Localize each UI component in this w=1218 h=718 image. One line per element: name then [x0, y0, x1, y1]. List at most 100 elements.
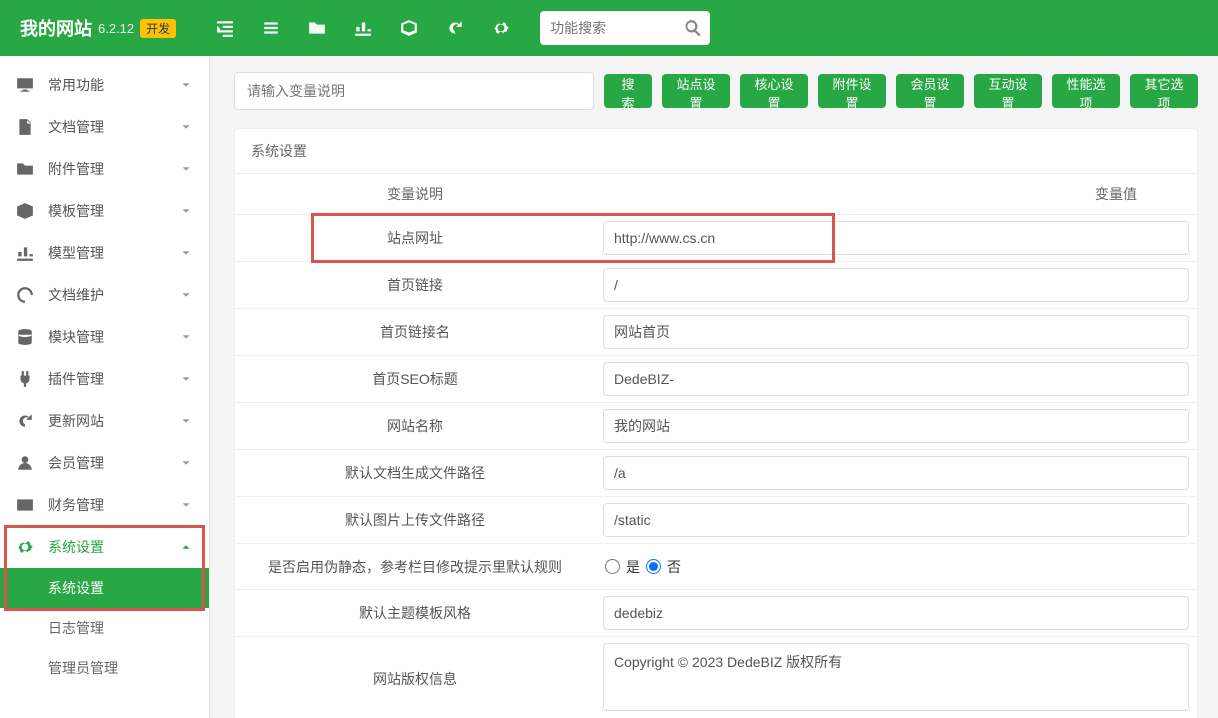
- sidebar-item-8[interactable]: 更新网站: [0, 400, 209, 442]
- sidebar-item-label: 附件管理: [48, 159, 179, 179]
- sidebar-item-6[interactable]: 模块管理: [0, 316, 209, 358]
- radio-yes[interactable]: [605, 559, 620, 574]
- row-value: [595, 309, 1197, 355]
- sidebar-item-7[interactable]: 插件管理: [0, 358, 209, 400]
- row-label: 默认主题模板风格: [235, 593, 595, 633]
- row-value: [595, 450, 1197, 496]
- sidebar-item-label: 模型管理: [48, 243, 179, 263]
- toolbar-btn-3[interactable]: 附件设置: [818, 74, 886, 108]
- row-value: [595, 497, 1197, 543]
- sidebar-item-label: 会员管理: [48, 453, 179, 473]
- col-label: 变量说明: [235, 174, 595, 214]
- setting-input-1[interactable]: [603, 268, 1189, 302]
- chart-icon[interactable]: [354, 19, 372, 37]
- settings-panel: 系统设置 变量说明 变量值 站点网址 首页链接 首页链接名 首页SEO标题 网站…: [234, 128, 1198, 718]
- top-icons: [216, 19, 510, 37]
- list-icon[interactable]: [262, 19, 280, 37]
- folder-icon[interactable]: [308, 19, 326, 37]
- table-row: 首页链接: [235, 262, 1197, 309]
- col-value: 变量值: [595, 174, 1197, 214]
- toolbar-btn-2[interactable]: 核心设置: [740, 74, 808, 108]
- table-row: 默认主题模板风格: [235, 590, 1197, 637]
- setting-textarea-9[interactable]: Copyright © 2023 DedeBIZ 版权所有: [603, 643, 1189, 711]
- row-label: 首页链接名: [235, 312, 595, 352]
- gear-icon[interactable]: [492, 19, 510, 37]
- db-icon: [16, 328, 34, 346]
- row-label: 首页SEO标题: [235, 359, 595, 399]
- row-label: 默认图片上传文件路径: [235, 500, 595, 540]
- content: 搜索站点设置核心设置附件设置会员设置互动设置性能选项其它选项 系统设置 变量说明…: [210, 56, 1218, 718]
- brand-version: 6.2.12: [98, 21, 134, 36]
- setting-input-3[interactable]: [603, 362, 1189, 396]
- row-label: 网站名称: [235, 406, 595, 446]
- sidebar-item-system-settings[interactable]: 系统设置: [0, 526, 209, 568]
- row-label: 站点网址: [235, 218, 595, 258]
- toolbar-btn-0[interactable]: 搜索: [604, 74, 652, 108]
- setting-input-6[interactable]: [603, 503, 1189, 537]
- table-row: 站点网址: [235, 215, 1197, 262]
- sub-item-admin[interactable]: 管理员管理: [0, 648, 209, 688]
- setting-input-8[interactable]: [603, 596, 1189, 630]
- table-row: 网站版权信息 Copyright © 2023 DedeBIZ 版权所有: [235, 637, 1197, 718]
- spinner-icon: [16, 286, 34, 304]
- sub-item-system-settings[interactable]: 系统设置: [0, 568, 209, 608]
- sidebar-item-label: 常用功能: [48, 75, 179, 95]
- search-icon[interactable]: [684, 19, 702, 37]
- top-search: [540, 11, 710, 45]
- file-icon: [16, 118, 34, 136]
- setting-input-5[interactable]: [603, 456, 1189, 490]
- sidebar-item-label: 财务管理: [48, 495, 179, 515]
- table-row: 网站名称: [235, 403, 1197, 450]
- row-value: [595, 215, 1197, 261]
- sidebar-item-label: 文档维护: [48, 285, 179, 305]
- setting-input-4[interactable]: [603, 409, 1189, 443]
- sidebar-item-9[interactable]: 会员管理: [0, 442, 209, 484]
- cube-icon[interactable]: [400, 19, 418, 37]
- toolbar-btn-7[interactable]: 其它选项: [1130, 74, 1198, 108]
- gear-icon: [16, 538, 34, 556]
- table-row: 首页SEO标题: [235, 356, 1197, 403]
- radio-no[interactable]: [646, 559, 661, 574]
- sidebar-item-label: 系统设置: [48, 537, 179, 557]
- brand-tag: 开发: [140, 19, 176, 38]
- sidebar-item-label: 模板管理: [48, 201, 179, 221]
- user-icon: [16, 454, 34, 472]
- toolbar-btn-6[interactable]: 性能选项: [1052, 74, 1120, 108]
- sidebar-item-1[interactable]: 文档管理: [0, 106, 209, 148]
- folder-icon: [16, 160, 34, 178]
- panel-title: 系统设置: [235, 129, 1197, 174]
- sidebar: 常用功能 文档管理 附件管理 模板管理 模型管理 文档维护 模块管理 插件管理 …: [0, 56, 210, 718]
- card-icon: [16, 496, 34, 514]
- desktop-icon: [16, 76, 34, 94]
- cube-icon: [16, 202, 34, 220]
- setting-input-2[interactable]: [603, 315, 1189, 349]
- toolbar: 搜索站点设置核心设置附件设置会员设置互动设置性能选项其它选项: [234, 72, 1198, 110]
- sidebar-item-2[interactable]: 附件管理: [0, 148, 209, 190]
- row-label: 是否启用伪静态，参考栏目修改提示里默认规则: [235, 547, 595, 587]
- sidebar-item-3[interactable]: 模板管理: [0, 190, 209, 232]
- refresh-icon: [16, 412, 34, 430]
- sidebar-item-label: 模块管理: [48, 327, 179, 347]
- indent-icon[interactable]: [216, 19, 234, 37]
- sidebar-item-5[interactable]: 文档维护: [0, 274, 209, 316]
- table-row: 默认文档生成文件路径: [235, 450, 1197, 497]
- row-value: [595, 356, 1197, 402]
- topbar: 我的网站 6.2.12 开发: [0, 0, 1218, 56]
- sidebar-item-label: 更新网站: [48, 411, 179, 431]
- row-value: [595, 590, 1197, 636]
- var-search-input[interactable]: [234, 72, 594, 110]
- setting-input-0[interactable]: [603, 221, 1189, 255]
- row-value: [595, 403, 1197, 449]
- sidebar-item-0[interactable]: 常用功能: [0, 64, 209, 106]
- brand-name: 我的网站: [20, 15, 92, 41]
- row-label: 网站版权信息: [235, 659, 595, 699]
- sub-item-log[interactable]: 日志管理: [0, 608, 209, 648]
- table-header: 变量说明 变量值: [235, 174, 1197, 215]
- toolbar-btn-1[interactable]: 站点设置: [662, 74, 730, 108]
- refresh-icon[interactable]: [446, 19, 464, 37]
- sidebar-item-4[interactable]: 模型管理: [0, 232, 209, 274]
- sidebar-item-10[interactable]: 财务管理: [0, 484, 209, 526]
- toolbar-btn-5[interactable]: 互动设置: [974, 74, 1042, 108]
- toolbar-btn-4[interactable]: 会员设置: [896, 74, 964, 108]
- row-label: 首页链接: [235, 265, 595, 305]
